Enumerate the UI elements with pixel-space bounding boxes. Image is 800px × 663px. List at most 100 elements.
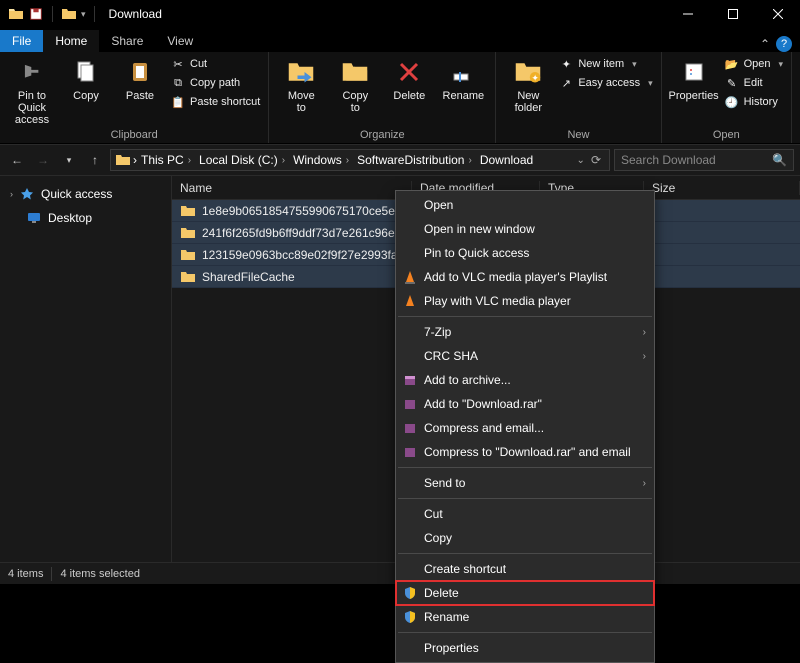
help-button[interactable]: ? bbox=[776, 36, 792, 52]
group-label-organize: Organize bbox=[277, 127, 487, 141]
status-selected-count: 4 items selected bbox=[60, 568, 139, 580]
ctx-crcsha[interactable]: CRC SHA› bbox=[396, 344, 654, 368]
titlebar: ▾ Download bbox=[0, 0, 800, 28]
minimize-button[interactable] bbox=[665, 0, 710, 28]
crumb-softwaredist[interactable]: SoftwareDistribution› bbox=[355, 153, 476, 167]
group-label-open: Open bbox=[670, 127, 783, 141]
ctx-rename[interactable]: Rename bbox=[396, 605, 654, 629]
winrar-icon bbox=[402, 420, 418, 436]
cut-button[interactable]: ✂Cut bbox=[170, 56, 260, 72]
star-icon bbox=[19, 186, 35, 202]
ctx-compress-download-email[interactable]: Compress to "Download.rar" and email bbox=[396, 440, 654, 464]
crumb-download[interactable]: Download bbox=[478, 153, 535, 167]
new-item-button[interactable]: ✦New item▾ bbox=[558, 56, 652, 72]
ctx-7zip[interactable]: 7-Zip› bbox=[396, 320, 654, 344]
ctx-copy[interactable]: Copy bbox=[396, 526, 654, 550]
properties-button[interactable]: Properties bbox=[670, 56, 718, 102]
vlc-icon bbox=[402, 269, 418, 285]
recent-dropdown[interactable]: ▾ bbox=[58, 149, 80, 171]
copy-path-button[interactable]: ⧉Copy path bbox=[170, 75, 260, 91]
ctx-vlc-play[interactable]: Play with VLC media player bbox=[396, 289, 654, 313]
search-placeholder: Search Download bbox=[621, 153, 716, 167]
history-button[interactable]: 🕘History bbox=[724, 94, 783, 110]
ctx-compress-email[interactable]: Compress and email... bbox=[396, 416, 654, 440]
refresh-button[interactable]: ⟳ bbox=[591, 153, 601, 167]
copy-to-button[interactable]: Copy to bbox=[331, 56, 379, 114]
up-button[interactable]: ↑ bbox=[84, 149, 106, 171]
collapse-ribbon-button[interactable]: ⌃ bbox=[760, 37, 770, 51]
easy-access-icon: ↗ bbox=[558, 75, 574, 91]
folder-icon bbox=[8, 6, 24, 22]
new-folder-button[interactable]: ✦ New folder bbox=[504, 56, 552, 114]
group-select: ▦Select all ▢Select none ◩Invert selecti… bbox=[792, 52, 800, 143]
ctx-create-shortcut[interactable]: Create shortcut bbox=[396, 557, 654, 581]
group-label-clipboard: Clipboard bbox=[8, 127, 260, 141]
tab-view[interactable]: View bbox=[155, 30, 205, 52]
ctx-add-download-rar[interactable]: Add to "Download.rar" bbox=[396, 392, 654, 416]
group-new: ✦ New folder ✦New item▾ ↗Easy access▾ Ne… bbox=[496, 52, 661, 143]
edit-icon: ✎ bbox=[724, 75, 740, 91]
group-open: Properties 📂Open▾ ✎Edit 🕘History Open bbox=[662, 52, 792, 143]
ribbon: Pin to Quick access Copy Paste ✂Cut ⧉Cop… bbox=[0, 52, 800, 144]
ctx-open-new-window[interactable]: Open in new window bbox=[396, 217, 654, 241]
move-to-button[interactable]: Move to bbox=[277, 56, 325, 114]
easy-access-button[interactable]: ↗Easy access▾ bbox=[558, 75, 652, 91]
new-item-icon: ✦ bbox=[558, 56, 574, 72]
crumb-thispc[interactable]: This PC› bbox=[139, 153, 195, 167]
ctx-open[interactable]: Open bbox=[396, 193, 654, 217]
folder-icon bbox=[61, 6, 77, 22]
search-input[interactable]: Search Download 🔍 bbox=[614, 149, 794, 171]
tab-home[interactable]: Home bbox=[43, 30, 99, 52]
quick-access-toolbar: ▾ bbox=[0, 6, 99, 22]
sidebar-item-quickaccess[interactable]: › Quick access bbox=[0, 182, 171, 206]
ctx-add-archive[interactable]: Add to archive... bbox=[396, 368, 654, 392]
delete-button[interactable]: Delete bbox=[385, 56, 433, 102]
group-label-new: New bbox=[504, 127, 652, 141]
crumb-localdisk[interactable]: Local Disk (C:)› bbox=[197, 153, 289, 167]
tab-file[interactable]: File bbox=[0, 30, 43, 52]
ctx-vlc-playlist[interactable]: Add to VLC media player's Playlist bbox=[396, 265, 654, 289]
address-bar: ← → ▾ ↑ › This PC› Local Disk (C:)› Wind… bbox=[0, 144, 800, 176]
pin-quick-access-button[interactable]: Pin to Quick access bbox=[8, 56, 56, 126]
new-folder-icon: ✦ bbox=[512, 56, 544, 88]
open-button[interactable]: 📂Open▾ bbox=[724, 56, 783, 72]
file-name: 241f6f265fd9b6ff9ddf73d7e261c96e bbox=[202, 226, 395, 240]
ctx-properties[interactable]: Properties bbox=[396, 636, 654, 660]
rename-button[interactable]: Rename bbox=[439, 56, 487, 102]
ctx-cut[interactable]: Cut bbox=[396, 502, 654, 526]
crumb-windows[interactable]: Windows› bbox=[291, 153, 353, 167]
folder-icon bbox=[115, 152, 131, 168]
chevron-down-icon[interactable]: ▾ bbox=[81, 9, 86, 20]
breadcrumb[interactable]: › This PC› Local Disk (C:)› Windows› Sof… bbox=[110, 149, 610, 171]
rename-icon bbox=[447, 56, 479, 88]
navigation-pane: › Quick access Desktop bbox=[0, 176, 172, 562]
group-clipboard: Pin to Quick access Copy Paste ✂Cut ⧉Cop… bbox=[0, 52, 269, 143]
folder-icon bbox=[180, 225, 196, 241]
column-name[interactable]: Name bbox=[172, 181, 412, 195]
edit-button[interactable]: ✎Edit bbox=[724, 75, 783, 91]
chevron-down-icon[interactable]: ⌄ bbox=[577, 155, 585, 166]
paste-button[interactable]: Paste bbox=[116, 56, 164, 102]
desktop-icon bbox=[26, 210, 42, 226]
back-button[interactable]: ← bbox=[6, 149, 28, 171]
forward-button[interactable]: → bbox=[32, 149, 54, 171]
move-to-icon bbox=[285, 56, 317, 88]
copy-to-icon bbox=[339, 56, 371, 88]
window-title: Download bbox=[109, 7, 162, 21]
group-organize: Move to Copy to Delete Rename Organize bbox=[269, 52, 496, 143]
paste-shortcut-icon: 📋 bbox=[170, 94, 186, 110]
sidebar-item-desktop[interactable]: Desktop bbox=[0, 206, 171, 230]
save-icon[interactable] bbox=[28, 6, 44, 22]
maximize-button[interactable] bbox=[710, 0, 755, 28]
close-button[interactable] bbox=[755, 0, 800, 28]
paste-shortcut-button[interactable]: 📋Paste shortcut bbox=[170, 94, 260, 110]
tab-share[interactable]: Share bbox=[99, 30, 155, 52]
copy-path-icon: ⧉ bbox=[170, 75, 186, 91]
search-icon: 🔍 bbox=[772, 153, 787, 167]
file-name: SharedFileCache bbox=[202, 270, 295, 284]
column-size[interactable]: Size bbox=[644, 181, 800, 195]
ctx-send-to[interactable]: Send to› bbox=[396, 471, 654, 495]
copy-button[interactable]: Copy bbox=[62, 56, 110, 102]
ctx-delete[interactable]: Delete bbox=[396, 581, 654, 605]
ctx-pin-quick-access[interactable]: Pin to Quick access bbox=[396, 241, 654, 265]
